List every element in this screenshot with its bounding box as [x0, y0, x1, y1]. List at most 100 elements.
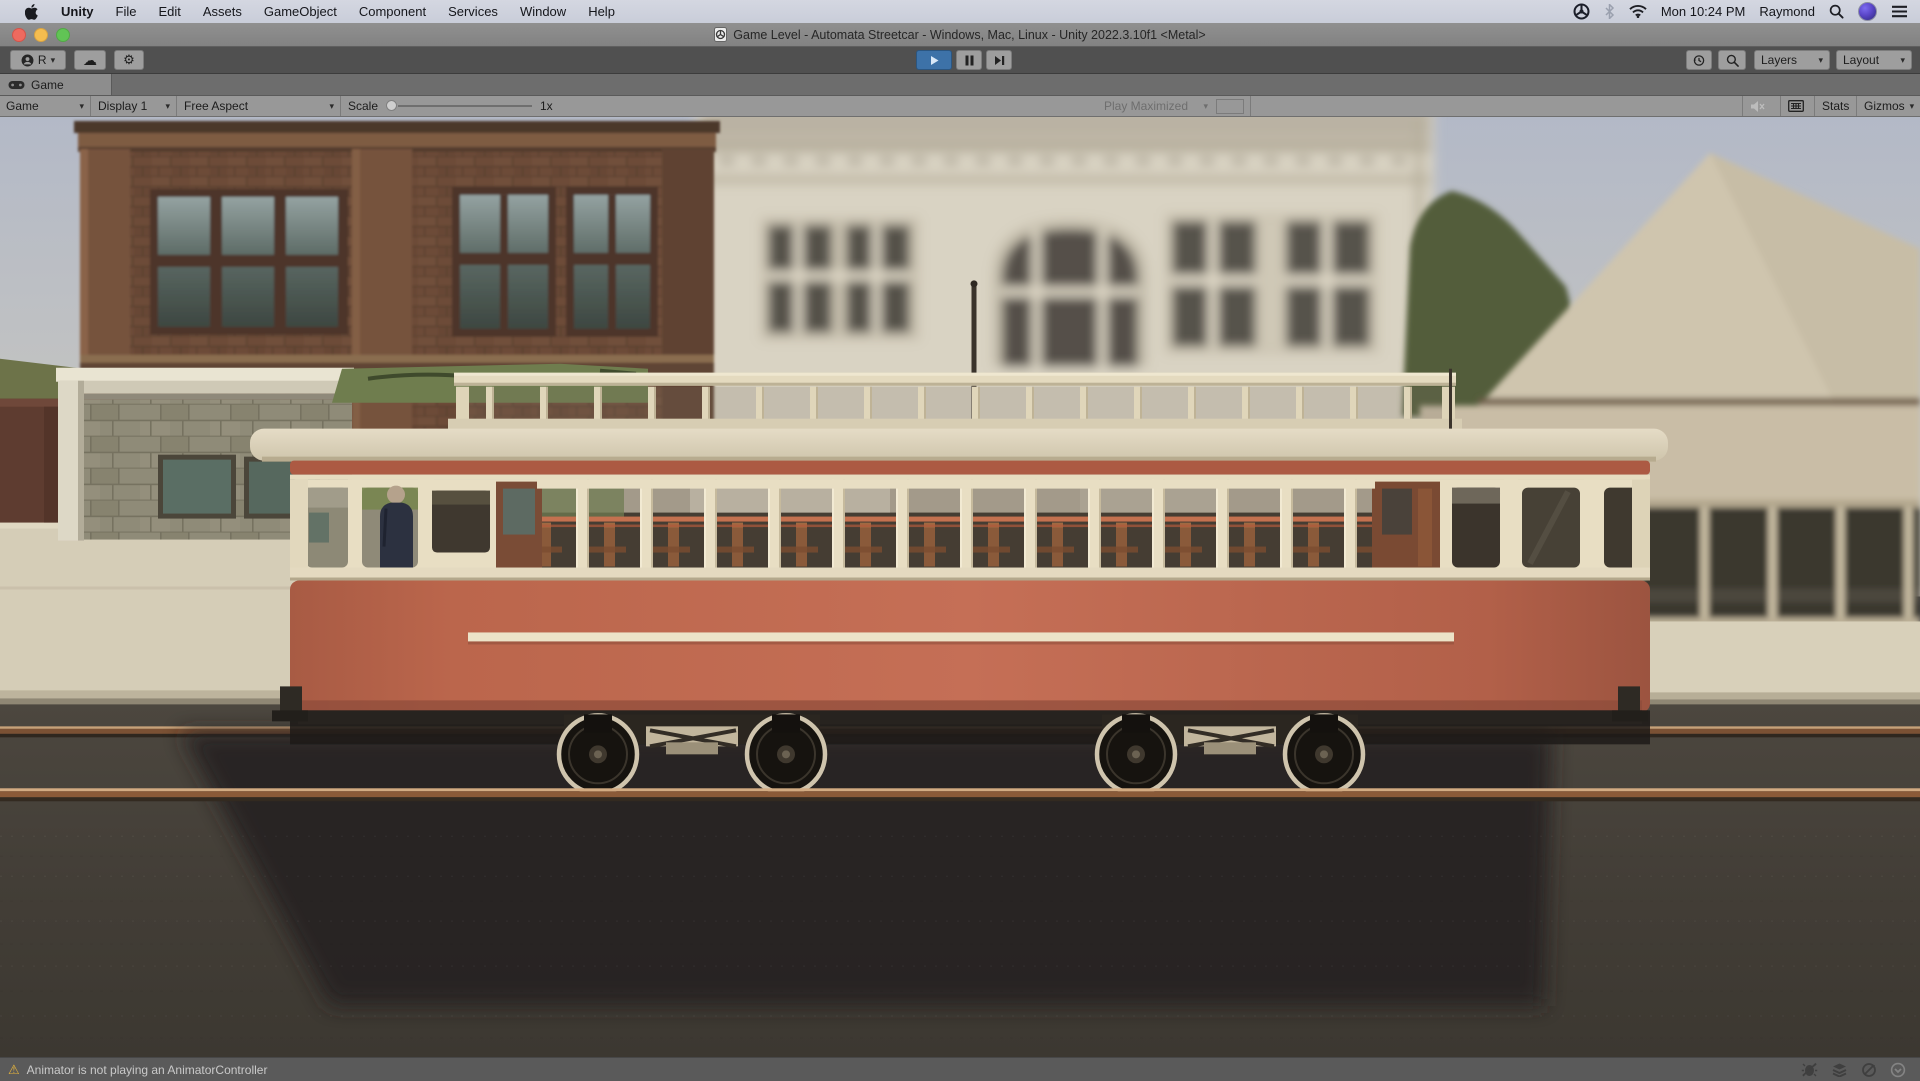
unity-hub-icon[interactable] [1573, 3, 1590, 20]
macos-menubar: Unity File Edit Assets GameObject Compon… [0, 0, 1920, 23]
left-sidewalk [0, 519, 300, 707]
menu-component[interactable]: Component [348, 0, 437, 23]
progress-status-icon[interactable] [1890, 1062, 1906, 1078]
step-button[interactable] [986, 50, 1012, 70]
pause-button[interactable] [956, 50, 982, 70]
stats-toggle[interactable]: Stats [1822, 96, 1849, 116]
menu-services[interactable]: Services [437, 0, 509, 23]
game-viewport[interactable] [0, 117, 1920, 1057]
apple-menu[interactable] [14, 4, 50, 20]
menu-file[interactable]: File [105, 0, 148, 23]
metal-frame-capture-button[interactable] [1788, 96, 1804, 116]
menubar-app-name[interactable]: Unity [50, 0, 105, 23]
capture-toggle[interactable] [1216, 99, 1244, 114]
layout-label: Layout [1843, 53, 1879, 67]
scale-slider-knob[interactable] [386, 100, 397, 111]
menu-assets[interactable]: Assets [192, 0, 253, 23]
menu-gameobject[interactable]: GameObject [253, 0, 348, 23]
close-button[interactable] [12, 28, 26, 42]
play-maximized-dropdown[interactable]: Play Maximized ▾ [1104, 96, 1208, 116]
spotlight-search-icon[interactable] [1829, 4, 1844, 19]
menubar-clock[interactable]: Mon 10:24 PM [1661, 4, 1746, 19]
letterboard [290, 461, 1650, 475]
tab-game-label: Game [31, 78, 64, 92]
status-message[interactable]: Animator is not playing an AnimatorContr… [27, 1063, 268, 1077]
play-icon [929, 55, 940, 66]
game-view-dropdown[interactable]: Game ▾ [6, 96, 84, 116]
window-titlebar: Game Level - Automata Streetcar - Window… [0, 23, 1920, 47]
chevron-down-icon: ▾ [1203, 102, 1208, 111]
chevron-down-icon: ▾ [1818, 56, 1823, 65]
menu-edit[interactable]: Edit [147, 0, 191, 23]
cloud-icon: ☁ [83, 52, 97, 69]
status-bar: ⚠ Animator is not playing an AnimatorCon… [0, 1057, 1920, 1081]
tab-strip: Game [0, 74, 1920, 96]
rear-vestibule [1452, 480, 1650, 575]
chevron-down-icon: ▾ [51, 56, 56, 65]
chevron-down-icon: ▾ [1900, 56, 1905, 65]
search-button[interactable] [1718, 50, 1746, 70]
undo-history-button[interactable] [1686, 50, 1712, 70]
person-icon [21, 54, 34, 67]
bluetooth-icon[interactable] [1604, 4, 1615, 19]
pause-icon [965, 55, 974, 66]
minimize-button[interactable] [34, 28, 48, 42]
aspect-ratio-dropdown[interactable]: Free Aspect ▾ [184, 96, 334, 116]
menu-help[interactable]: Help [577, 0, 626, 23]
menu-window[interactable]: Window [509, 0, 577, 23]
cache-layers-icon[interactable] [1831, 1062, 1848, 1077]
layers-label: Layers [1761, 53, 1797, 67]
menubar-user[interactable]: Raymond [1759, 4, 1815, 19]
layers-dropdown[interactable]: Layers ▾ [1754, 50, 1830, 70]
list-menu-icon[interactable] [1891, 5, 1908, 18]
red-shed [0, 399, 62, 523]
history-icon [1693, 54, 1705, 67]
tab-game[interactable]: Game [0, 74, 112, 95]
roof [250, 429, 1668, 461]
version-control-button[interactable]: ⚙ [114, 50, 144, 70]
user-avatar[interactable] [1858, 2, 1877, 21]
cloud-services-button[interactable]: ☁ [74, 50, 106, 70]
chevron-down-icon: ▾ [165, 102, 170, 111]
speaker-muted-icon [1750, 100, 1765, 113]
window-title: Game Level - Automata Streetcar - Window… [733, 28, 1205, 42]
scale-label: Scale [348, 96, 378, 116]
debugger-icon[interactable] [1801, 1062, 1818, 1077]
scale-slider-track[interactable] [398, 105, 532, 107]
layout-dropdown[interactable]: Layout ▾ [1836, 50, 1912, 70]
chevron-down-icon: ▾ [1910, 102, 1915, 111]
chevron-down-icon: ▾ [329, 102, 334, 111]
search-icon [1726, 54, 1739, 67]
game-view-dropdown-label: Game [6, 99, 39, 113]
chevron-down-icon: ▾ [79, 102, 84, 111]
play-maximized-label: Play Maximized [1104, 99, 1188, 113]
body-stripe [468, 632, 1454, 641]
traffic-lights [12, 28, 70, 42]
unity-toolbar: R ▾ ☁ ⚙ Layers [0, 47, 1920, 74]
account-label: R [38, 53, 47, 67]
account-dropdown-button[interactable]: R ▾ [10, 50, 66, 70]
zoom-button[interactable] [56, 28, 70, 42]
frame-capture-icon [1788, 100, 1804, 112]
gamepad-icon [8, 79, 25, 90]
gear-icon: ⚙ [123, 52, 135, 68]
display-dropdown[interactable]: Display 1 ▾ [98, 96, 170, 116]
stats-label: Stats [1822, 99, 1849, 113]
gizmos-dropdown[interactable]: Gizmos ▾ [1864, 96, 1912, 116]
refresh-icon[interactable] [1861, 1062, 1877, 1078]
streetcar-scene [0, 117, 1920, 1057]
mute-audio-toggle[interactable] [1750, 96, 1765, 116]
unity-doc-icon [714, 27, 727, 42]
aspect-dropdown-label: Free Aspect [184, 99, 248, 113]
cabin-pillars [537, 480, 1375, 575]
rear-pole [1449, 369, 1452, 431]
warning-icon: ⚠ [8, 1062, 20, 1078]
right-sidewalk [1640, 621, 1920, 706]
scale-value: 1x [540, 96, 553, 116]
rear-bulkhead-door [1372, 482, 1440, 574]
wifi-icon[interactable] [1629, 5, 1647, 18]
play-button[interactable] [916, 50, 952, 70]
clerestory-posts [462, 387, 1452, 423]
game-view-toolbar: Game ▾ Display 1 ▾ Free Aspect ▾ Scale 1… [0, 96, 1920, 117]
display-dropdown-label: Display 1 [98, 99, 147, 113]
